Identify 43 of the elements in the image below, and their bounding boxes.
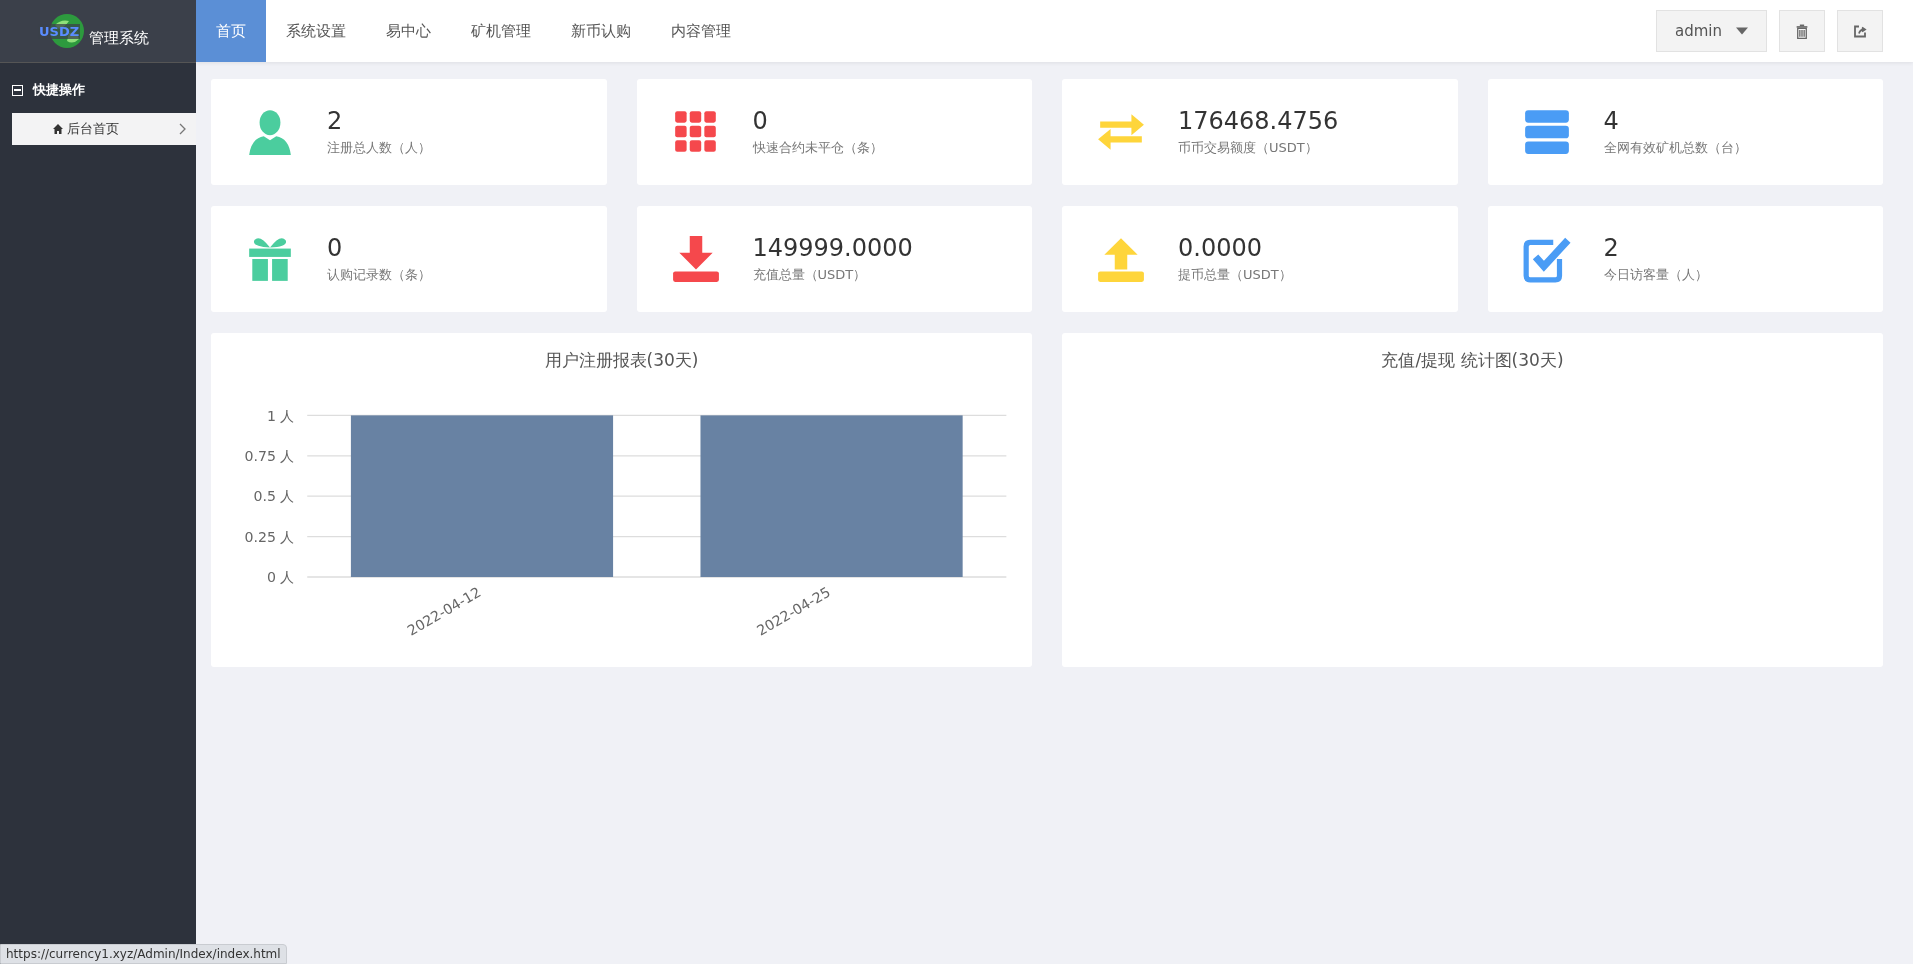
home-icon xyxy=(52,123,64,135)
y-tick-label: 0 人 xyxy=(266,569,295,586)
stat-value: 2 xyxy=(327,107,344,135)
stat-label: 认购记录数（条） xyxy=(327,266,431,284)
stat-value: 0 xyxy=(752,107,769,135)
stat-value: 0.0000 xyxy=(1178,234,1263,262)
nav-tab[interactable]: 内容管理 xyxy=(651,0,751,62)
stat-value: 149999.0000 xyxy=(752,234,913,262)
share-out-icon xyxy=(1853,23,1867,39)
nav-tab[interactable]: 系统设置 xyxy=(266,0,366,62)
collapse-icon xyxy=(12,84,23,96)
stat-label: 全网有效矿机总数（台） xyxy=(1603,139,1747,157)
stat-value: 176468.4756 xyxy=(1178,107,1339,135)
stat-label: 今日访客量（人） xyxy=(1603,266,1708,284)
chart-title: 充值/提现 统计图(30天) xyxy=(1381,349,1564,372)
app-title: 管理系统 xyxy=(89,28,149,48)
caret-down-icon xyxy=(1736,27,1748,35)
nav-tab[interactable]: 矿机管理 xyxy=(451,0,551,62)
trash-button[interactable] xyxy=(1779,10,1825,52)
stat-label: 注册总人数（人） xyxy=(327,139,431,157)
nav-tab[interactable]: 新币认购 xyxy=(551,0,651,62)
sidebar-section[interactable]: 快捷操作 xyxy=(0,63,196,113)
logout-button[interactable] xyxy=(1837,10,1883,52)
status-url: https://currency1.xyz/Admin/Index/index.html xyxy=(0,944,287,964)
y-tick-label: 1 人 xyxy=(266,407,295,424)
trash-icon xyxy=(1795,23,1809,39)
logo-text: USDZ xyxy=(38,24,81,39)
stat-label: 币币交易额度（USDT） xyxy=(1178,139,1319,157)
stat-label: 快速合约未平仓（条） xyxy=(752,139,883,157)
stat-label: 充值总量（USDT） xyxy=(752,266,868,284)
sidebar-item[interactable]: 后台首页 xyxy=(12,113,196,145)
stat-value: 4 xyxy=(1603,107,1620,135)
chart-title: 用户注册报表(30天) xyxy=(544,349,699,372)
stat-label: 提币总量（USDT） xyxy=(1178,266,1292,284)
stat-value: 2 xyxy=(1603,234,1620,262)
y-tick-label: 0.25 人 xyxy=(244,528,295,545)
chevron-right-icon xyxy=(178,123,186,135)
nav-tab[interactable]: 易中心 xyxy=(366,0,451,62)
section-label: 快捷操作 xyxy=(33,81,85,99)
stat-value: 0 xyxy=(327,234,344,262)
user-menu-button[interactable]: admin xyxy=(1656,10,1767,52)
y-tick-label: 0.5 人 xyxy=(253,488,295,505)
y-tick-label: 0.75 人 xyxy=(244,447,295,464)
